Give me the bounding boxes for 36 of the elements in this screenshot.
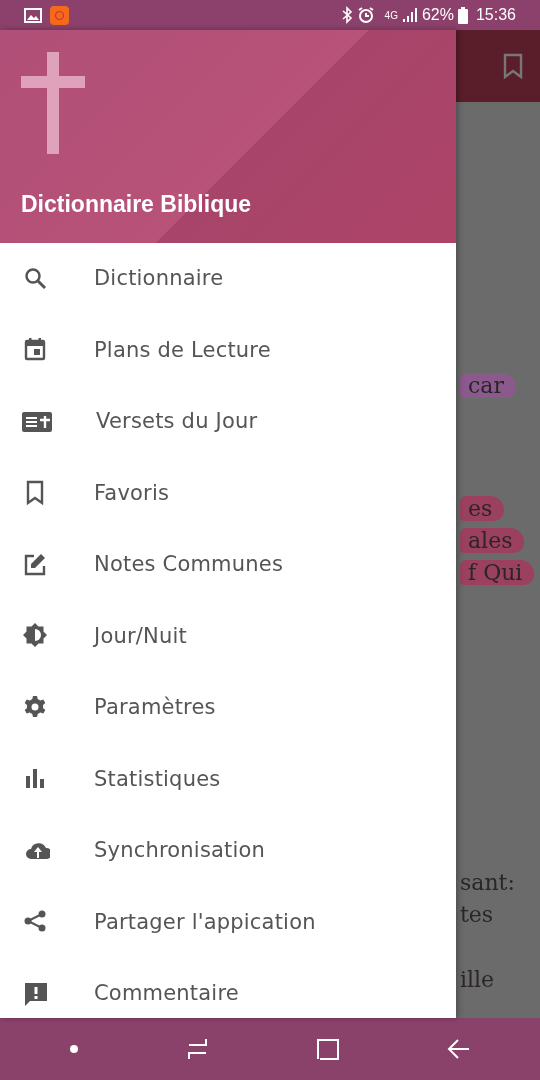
signal-icon bbox=[401, 7, 418, 23]
background-text: tes bbox=[460, 902, 494, 927]
background-text: es bbox=[460, 496, 505, 521]
menu-item[interactable]: Notes Communes bbox=[0, 529, 456, 601]
alarm-icon bbox=[356, 6, 375, 24]
feedback-icon bbox=[22, 980, 50, 1007]
background-text: ille bbox=[460, 967, 495, 992]
menu-item[interactable]: Partager l'appication bbox=[0, 886, 456, 958]
background-text: sant: bbox=[460, 870, 515, 895]
home-icon[interactable] bbox=[316, 1037, 341, 1061]
back-icon[interactable] bbox=[446, 1037, 471, 1061]
menu-item[interactable]: Jour/Nuit bbox=[0, 600, 456, 672]
menu-item[interactable]: Paramètres bbox=[0, 672, 456, 744]
menu-item[interactable]: Favoris bbox=[0, 457, 456, 529]
menu-item[interactable]: Dictionnaire bbox=[0, 243, 456, 315]
battery-percentage: 62% bbox=[421, 5, 454, 25]
clock: 15:36 bbox=[475, 5, 516, 25]
network-label: 4G bbox=[384, 8, 398, 23]
menu-item[interactable]: Statistiques bbox=[0, 743, 456, 815]
cross-icon bbox=[21, 52, 85, 154]
background-text: ales bbox=[460, 528, 525, 553]
bookmark-icon bbox=[502, 53, 524, 79]
background-text: car bbox=[460, 373, 516, 398]
menu-item[interactable]: Synchronisation bbox=[0, 815, 456, 887]
dot-icon[interactable] bbox=[69, 1044, 80, 1054]
gallery-icon bbox=[24, 7, 42, 23]
brightness-icon bbox=[22, 623, 50, 650]
drawer-title: Dictionnaire Biblique bbox=[21, 189, 253, 219]
bluetooth-icon bbox=[340, 6, 353, 24]
recent-apps-icon[interactable] bbox=[185, 1037, 210, 1061]
menu-item[interactable]: Versets du Jour bbox=[0, 386, 456, 458]
app-icon bbox=[50, 5, 69, 25]
menu-item[interactable]: Commentaire bbox=[0, 958, 456, 1030]
battery-icon bbox=[457, 6, 468, 24]
menu-item[interactable]: Plans de Lecture bbox=[0, 314, 456, 386]
background-text: f Qui bbox=[460, 560, 535, 585]
